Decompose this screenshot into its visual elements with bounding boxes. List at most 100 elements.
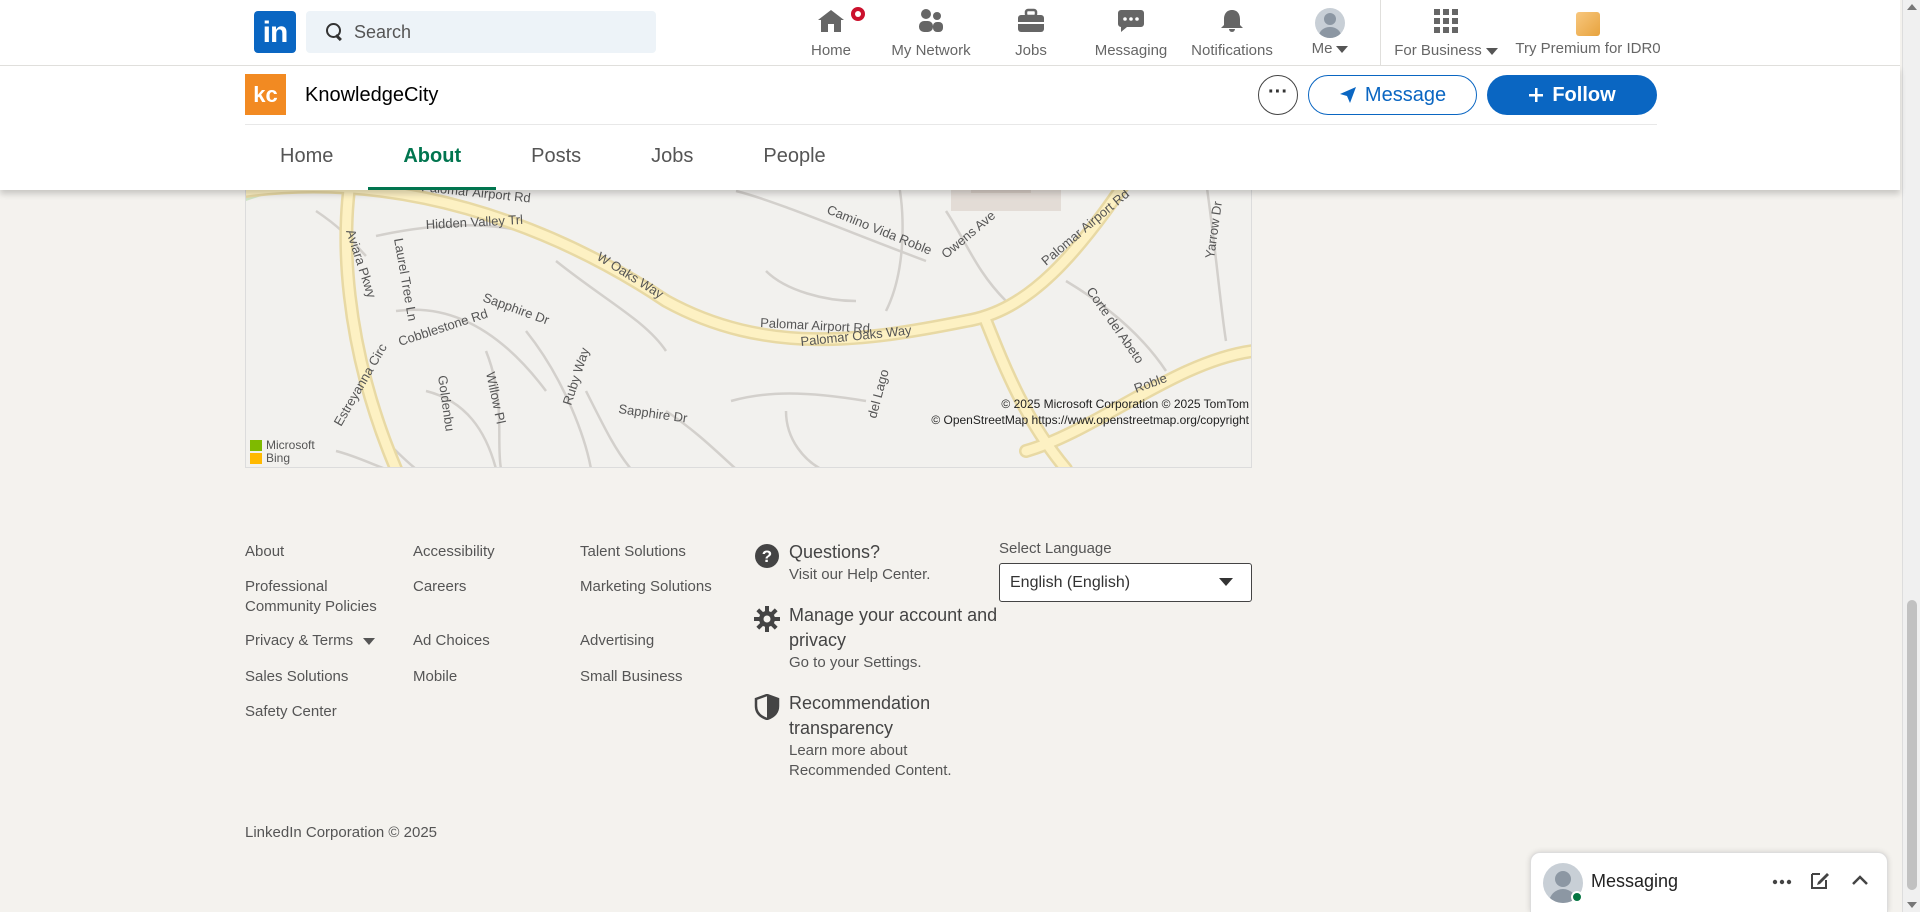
message-button-label: Message [1364,83,1447,106]
tab-about[interactable]: About [368,125,497,190]
company-header: kc KnowledgeCity ··· Message Follow Home… [0,66,1900,190]
footer-link-advertising[interactable]: Advertising [580,631,654,651]
nav-divider [1380,0,1381,66]
road-label: W Oaks Way [594,249,666,302]
briefcase-icon [1011,8,1051,38]
linkedin-logo[interactable]: in [254,11,296,53]
messaging-dock[interactable]: Messaging [1530,852,1888,912]
more-options-icon[interactable] [1769,869,1795,895]
road-label: del Lago [864,368,891,420]
nav-messaging-label: Messaging [1094,42,1168,59]
chevron-down-icon [1485,47,1498,55]
plus-icon [1529,88,1544,102]
bing-line-2: Bing [266,451,291,465]
footer-link-ad-choices[interactable]: Ad Choices [413,631,490,651]
nav-my-network-label: My Network [891,42,971,59]
language-select[interactable]: English (English) [999,563,1252,602]
follow-button[interactable]: Follow [1487,75,1657,115]
tab-posts[interactable]: Posts [496,125,616,190]
help-title[interactable]: Manage your account and privacy [789,603,999,653]
bing-logo: Microsoft Bing [250,439,315,465]
company-tabs: Home About Posts Jobs People [245,125,861,190]
language-label: Select Language [999,540,1112,557]
question-icon: ? [755,544,779,568]
tab-people[interactable]: People [728,125,860,190]
home-icon [805,5,867,38]
footer-link-marketing-solutions[interactable]: Marketing Solutions [580,577,712,597]
road-label: Goldenbu [435,374,458,432]
help-title[interactable]: Questions? [789,540,999,565]
scroll-down-icon[interactable] [1907,902,1917,908]
footer-link-talent-solutions[interactable]: Talent Solutions [580,542,686,562]
help-recommendation[interactable]: Recommendation transparency Learn more a… [749,691,999,781]
map-copyright: © 2025 Microsoft Corporation © 2025 TomT… [1001,397,1249,411]
nav-for-business[interactable]: For Business [1390,6,1502,60]
nav-jobs[interactable]: Jobs [1011,6,1051,60]
nav-home-label: Home [810,42,851,59]
nav-me[interactable]: Me [1305,6,1355,60]
network-icon [885,8,977,38]
footer-link-careers[interactable]: Careers [413,577,466,597]
help-subtitle: Learn more about Recommended Content. [789,742,952,779]
shield-icon [754,694,780,720]
nav-premium-label: Try Premium for IDR0 [1515,40,1661,57]
help-title[interactable]: Recommendation transparency [789,691,999,741]
footer-link-about[interactable]: About [245,542,284,562]
search-input[interactable] [354,21,644,43]
road-label: Camino Vida Roble [825,202,934,258]
footer-link-small-business[interactable]: Small Business [580,667,683,687]
nav-messaging[interactable]: Messaging [1090,6,1172,60]
nav-home[interactable]: Home [805,5,867,60]
online-status-icon [1571,891,1583,903]
message-button[interactable]: Message [1308,75,1477,115]
road-label: Sapphire Dr [618,401,689,426]
footer-link-community-policies[interactable]: Professional Community Policies [245,577,385,617]
notification-badge [849,5,867,23]
chevron-up-icon[interactable] [1847,869,1873,895]
help-subtitle: Visit our Help Center. [789,566,931,583]
grid-icon [1390,8,1502,38]
nav-premium[interactable]: Try Premium for IDR0 [1514,6,1662,60]
company-name[interactable]: KnowledgeCity [305,84,438,107]
bell-icon [1188,8,1276,38]
nav-for-business-label: For Business [1394,42,1498,59]
language-select-value: English (English) [1010,573,1131,591]
gear-icon [754,606,780,632]
chevron-down-icon [363,637,376,645]
help-section: ? Questions? Visit our Help Center. Mana… [749,540,999,799]
microsoft-logo-icon [250,440,262,464]
messaging-dock-title[interactable]: Messaging [1591,871,1678,892]
language-section: Select Language English (English) [999,540,1252,602]
nav-my-network[interactable]: My Network [885,6,977,60]
road-label: Laurel Tree Ln [391,237,420,322]
search-box[interactable] [306,11,656,53]
tab-home[interactable]: Home [245,125,368,190]
company-logo[interactable]: kc [245,74,286,115]
send-icon [1339,87,1356,103]
help-questions[interactable]: ? Questions? Visit our Help Center. [749,540,999,585]
page-scrollbar[interactable] [1902,0,1920,912]
footer-link-mobile[interactable]: Mobile [413,667,457,687]
scroll-up-icon[interactable] [1907,4,1917,10]
footer-link-sales-solutions[interactable]: Sales Solutions [245,667,348,687]
location-map[interactable]: Palomar Airport Rd Hidden Valley Trl Avi… [245,150,1252,468]
road-label: Yarrow Dr [1202,200,1225,260]
footer-link-safety-center[interactable]: Safety Center [245,702,337,722]
premium-icon [1576,12,1600,36]
road-label: Willow Pl [483,371,509,426]
nav-notifications[interactable]: Notifications [1188,6,1276,60]
svg-text:?: ? [762,547,772,566]
compose-icon[interactable] [1807,869,1833,895]
map-copyright-osm[interactable]: © OpenStreetMap https://www.openstreetma… [931,413,1249,427]
footer-link-accessibility[interactable]: Accessibility [413,542,495,562]
help-manage-account[interactable]: Manage your account and privacy Go to yo… [749,603,999,673]
avatar [1315,8,1345,38]
help-subtitle: Go to your Settings. [789,654,922,671]
footer-link-privacy-terms[interactable]: Privacy & Terms [245,631,376,651]
road-label: Owens Ave [938,208,998,262]
chevron-down-icon [1219,578,1233,586]
tab-jobs[interactable]: Jobs [616,125,728,190]
scrollbar-thumb[interactable] [1907,600,1917,890]
more-options-button[interactable]: ··· [1258,75,1298,115]
messaging-icon [1090,8,1172,38]
